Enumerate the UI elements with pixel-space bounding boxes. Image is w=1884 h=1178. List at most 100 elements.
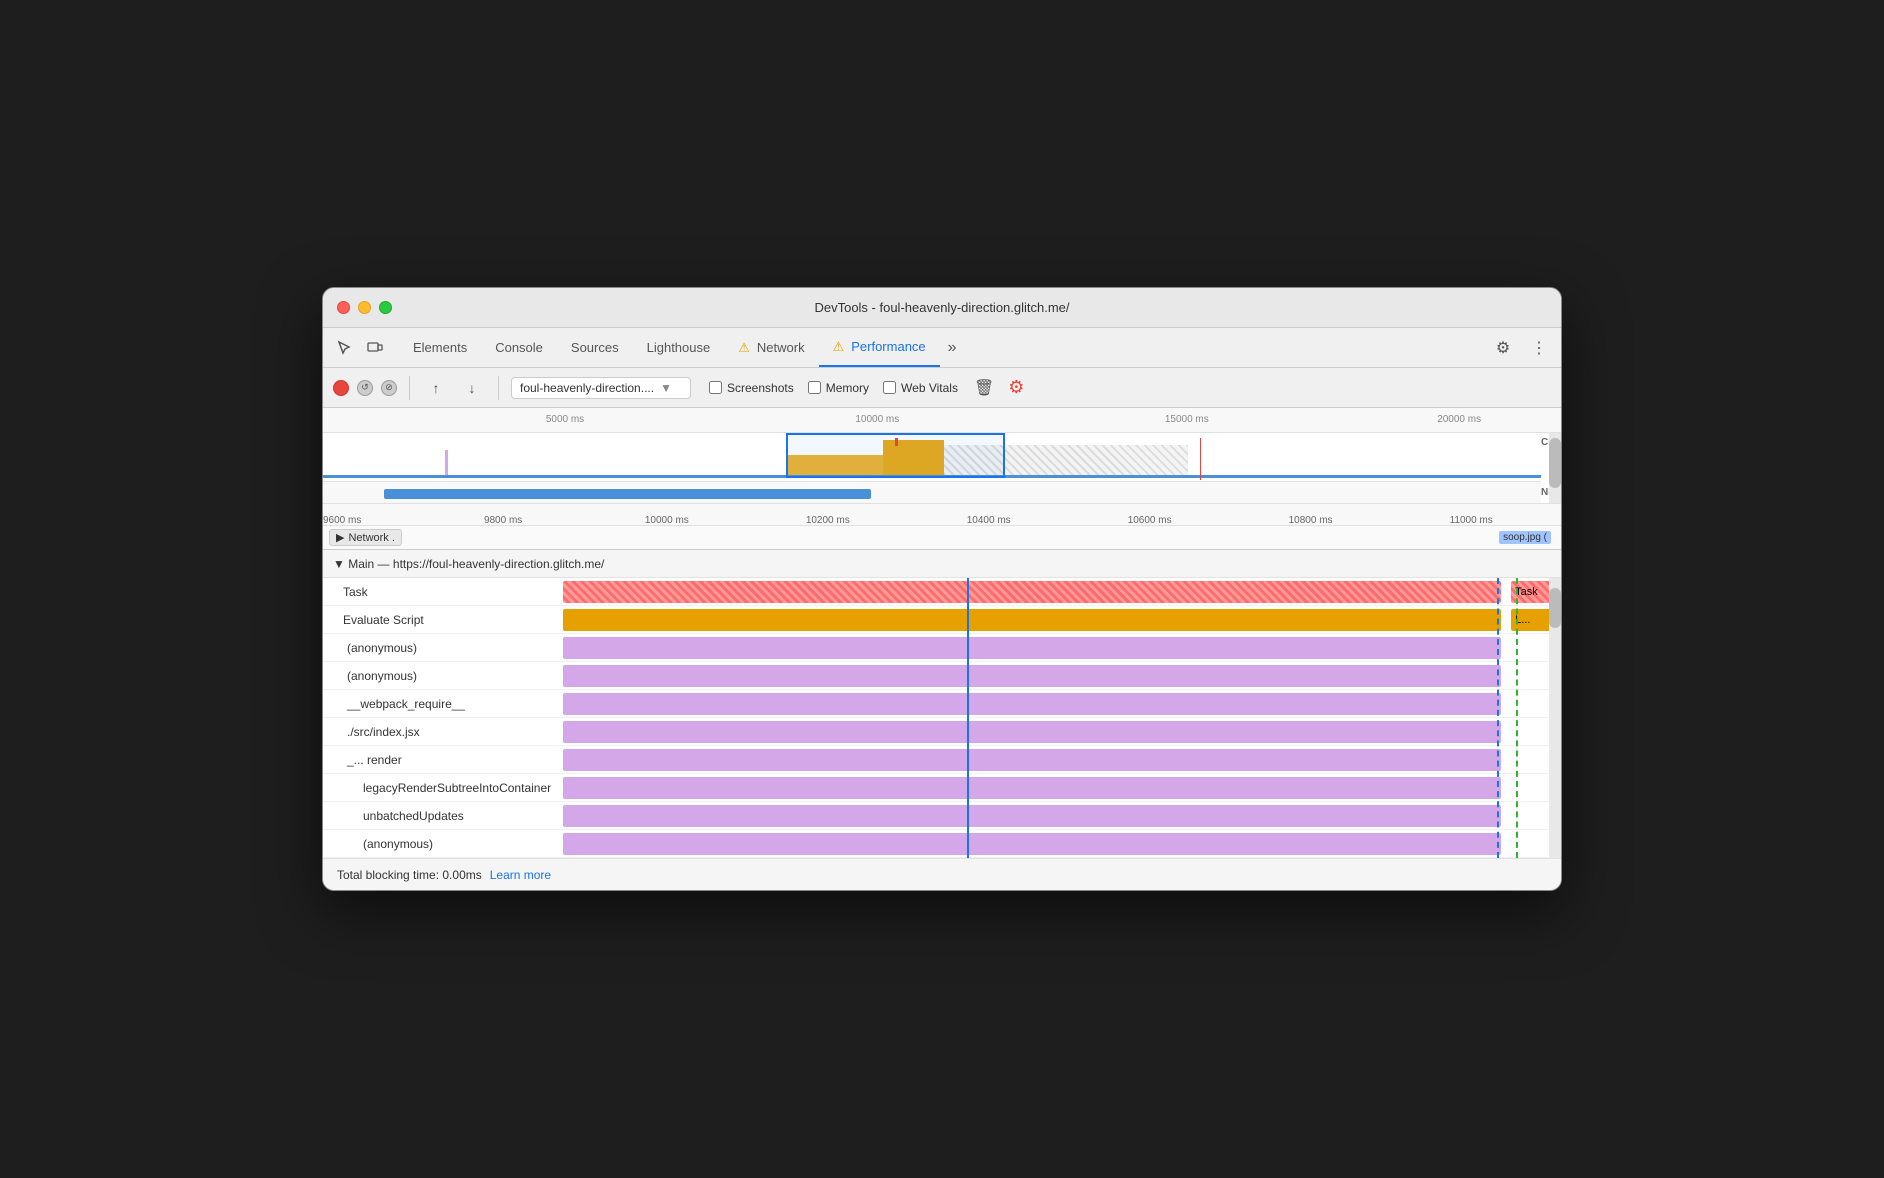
anon-bar-1 — [563, 637, 1501, 659]
timeline-area: 5000 ms 10000 ms 15000 ms 20000 ms — [323, 408, 1561, 550]
tab-performance[interactable]: ⚠ Performance — [819, 328, 940, 367]
task-row[interactable]: Task Task — [323, 578, 1561, 606]
separator-2 — [498, 376, 499, 400]
status-bar: Total blocking time: 0.00ms Learn more — [323, 858, 1561, 890]
tab-lighthouse[interactable]: Lighthouse — [633, 328, 725, 367]
more-options-icon[interactable]: ⋮ — [1525, 334, 1553, 362]
url-selector[interactable]: foul-heavenly-direction.... ▼ — [511, 377, 691, 399]
tab-elements[interactable]: Elements — [399, 328, 481, 367]
src-bar-area — [563, 718, 1561, 745]
unbatched-bar-area — [563, 802, 1561, 829]
task-label: Task — [323, 585, 563, 599]
tab-console[interactable]: Console — [481, 328, 557, 367]
more-tabs-button[interactable]: » — [940, 328, 965, 367]
inspect-element-tool[interactable] — [331, 334, 359, 362]
webpack-row[interactable]: __webpack_require__ — [323, 690, 1561, 718]
ruler-10000: 10000 ms — [855, 414, 899, 425]
anon-bar-area-1 — [563, 634, 1561, 661]
device-toggle-tool[interactable] — [361, 334, 389, 362]
reload-record-button[interactable]: ↺ — [357, 380, 373, 396]
window-title: DevTools - foul-heavenly-direction.glitc… — [814, 300, 1069, 315]
time-10200: 10200 ms — [806, 515, 850, 526]
dash-line-2 — [1516, 578, 1518, 858]
ruler-5000: 5000 ms — [546, 414, 584, 425]
src-label: ./src/index.jsx — [323, 725, 563, 739]
record-button[interactable] — [333, 380, 349, 396]
anon-bar-area-2 — [563, 662, 1561, 689]
time-9800: 9800 ms — [484, 515, 522, 526]
webpack-bar-area — [563, 690, 1561, 717]
tabs-bar: Elements Console Sources Lighthouse ⚠ Ne… — [323, 328, 1561, 368]
close-button[interactable] — [337, 301, 350, 314]
flame-scrollbar-thumb[interactable] — [1549, 588, 1561, 628]
net-bar-blue — [384, 489, 871, 499]
webpack-bar — [563, 693, 1501, 715]
clear-recording-button[interactable]: ⊘ — [381, 380, 397, 396]
screenshots-checkbox[interactable]: Screenshots — [709, 381, 794, 395]
network-label: Network . — [348, 532, 394, 544]
scrollbar-thumb[interactable] — [1549, 438, 1561, 488]
legacy-bar-area — [563, 774, 1561, 801]
devtools-window: DevTools - foul-heavenly-direction.glitc… — [322, 287, 1562, 891]
anon-bar-3 — [563, 833, 1501, 855]
cpu-track — [323, 433, 1541, 478]
net-overview-track — [323, 481, 1541, 503]
ruler-20000: 20000 ms — [1437, 414, 1481, 425]
render-row[interactable]: _... render — [323, 746, 1561, 774]
legacy-label: legacyRenderSubtreeIntoContainer — [323, 781, 563, 795]
render-bar — [563, 749, 1501, 771]
tab-network[interactable]: ⚠ Network — [724, 328, 818, 367]
load-profile-button[interactable]: ↑ — [422, 374, 450, 402]
src-row[interactable]: ./src/index.jsx — [323, 718, 1561, 746]
flame-scrollbar[interactable] — [1549, 578, 1561, 858]
anon-row-2[interactable]: (anonymous) — [323, 662, 1561, 690]
unbatched-label: unbatchedUpdates — [323, 809, 563, 823]
ruler-15000: 15000 ms — [1165, 414, 1209, 425]
ruler-labels: 5000 ms 10000 ms 15000 ms 20000 ms — [323, 408, 1561, 432]
separator-1 — [409, 376, 410, 400]
legacy-bar — [563, 777, 1501, 799]
capture-settings-icon[interactable]: ⚙ — [1008, 377, 1024, 398]
time-10600: 10600 ms — [1128, 515, 1172, 526]
minimize-button[interactable] — [358, 301, 371, 314]
time-10000: 10000 ms — [645, 515, 689, 526]
playhead-line — [967, 578, 969, 858]
settings-icon[interactable]: ⚙ — [1489, 334, 1517, 362]
overview-tracks[interactable]: CPU NET — [323, 433, 1561, 503]
memory-checkbox[interactable]: Memory — [808, 381, 869, 395]
anon-row-3[interactable]: (anonymous) — [323, 830, 1561, 858]
web-vitals-checkbox[interactable]: Web Vitals — [883, 381, 958, 395]
learn-more-link[interactable]: Learn more — [490, 868, 551, 882]
timeline-scrollbar[interactable] — [1549, 433, 1561, 503]
save-profile-button[interactable]: ↓ — [458, 374, 486, 402]
anon-label-2: (anonymous) — [323, 669, 563, 683]
task-bar — [563, 581, 1501, 603]
anon-label-3: (anonymous) — [323, 837, 563, 851]
maximize-button[interactable] — [379, 301, 392, 314]
anon-label-1: (anonymous) — [323, 641, 563, 655]
tab-sources[interactable]: Sources — [557, 328, 633, 367]
red-line-overview — [1200, 438, 1201, 480]
legacy-row[interactable]: legacyRenderSubtreeIntoContainer — [323, 774, 1561, 802]
time-11000: 11000 ms — [1450, 515, 1493, 526]
selection-box[interactable] — [786, 433, 1005, 478]
time-9600: 9600 ms — [323, 515, 361, 526]
src-bar — [563, 721, 1501, 743]
time-10800: 10800 ms — [1289, 515, 1333, 526]
network-expand-button[interactable]: ▶ Network . — [329, 529, 402, 546]
record-bar: ↺ ⊘ ↑ ↓ foul-heavenly-direction.... ▼ Sc… — [323, 368, 1561, 408]
flame-section: ▼ Main — https://foul-heavenly-direction… — [323, 550, 1561, 858]
tab-tools — [331, 334, 389, 362]
unbatched-row[interactable]: unbatchedUpdates — [323, 802, 1561, 830]
flame-body: Task Task Evaluate Script L... — [323, 578, 1561, 858]
evaluate-label: Evaluate Script — [323, 613, 563, 627]
dash-line-1 — [1497, 578, 1499, 858]
network-thumb: soop.jpg ( — [1499, 531, 1551, 544]
dropdown-icon: ▼ — [660, 381, 672, 395]
evaluate-script-row[interactable]: Evaluate Script L... — [323, 606, 1561, 634]
tabs: Elements Console Sources Lighthouse ⚠ Ne… — [399, 328, 1489, 367]
trash-icon[interactable]: 🗑 — [974, 378, 994, 398]
anon-row-1[interactable]: (anonymous) — [323, 634, 1561, 662]
evaluate-bar — [563, 609, 1501, 631]
webpack-label: __webpack_require__ — [323, 697, 563, 711]
